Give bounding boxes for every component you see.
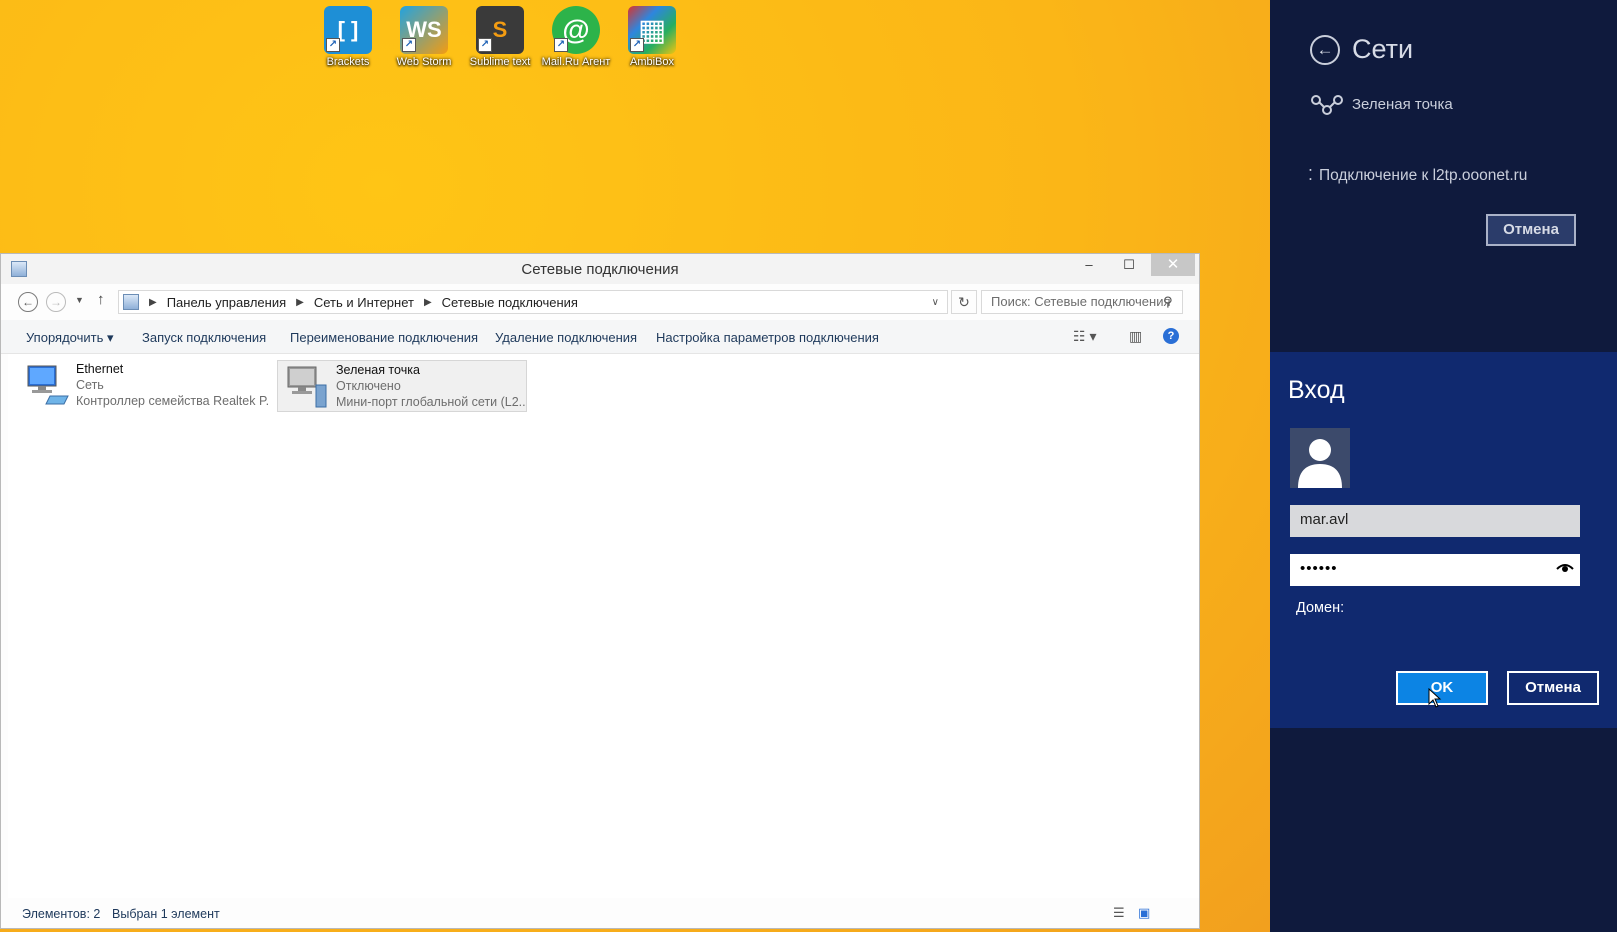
connections-list: Ethernet Сеть Контроллер семейства Realt… xyxy=(8,354,1199,898)
refresh-icon[interactable]: ↻ xyxy=(951,290,977,314)
recent-dropdown-icon[interactable]: ▼ xyxy=(75,295,84,305)
connection-device: Контроллер семейства Realtek P... xyxy=(76,394,268,408)
connection-settings-button[interactable]: Настройка параметров подключения xyxy=(656,330,879,345)
password-field[interactable]: •••••• xyxy=(1290,554,1580,586)
list-item-green-point[interactable]: Зеленая точка Отключено Мини-порт глобал… xyxy=(277,360,527,412)
desktop-icons: [ ] ↗ Brackets WS ↗ Web Storm S ↗ Sublime t… xyxy=(310,6,690,69)
connection-name: Ethernet xyxy=(76,362,124,376)
cancel-button[interactable]: Отмена xyxy=(1507,671,1599,705)
address-row: ← → ▼ ↑ ▶ Панель управления ▶ Сеть и Инт… xyxy=(1,284,1199,320)
help-icon[interactable]: ? xyxy=(1163,328,1179,344)
ambibox-icon: ▦ ↗ xyxy=(628,6,676,54)
title-bar[interactable]: Сетевые подключения – ☐ ✕ xyxy=(1,254,1199,284)
breadcrumb-separator-icon: ▶ xyxy=(149,296,157,308)
breadcrumb-network-internet[interactable]: Сеть и Интернет xyxy=(314,295,414,310)
item-count: Элементов: 2 xyxy=(22,907,101,921)
maximize-button[interactable]: ☐ xyxy=(1115,254,1143,276)
control-panel-icon xyxy=(123,294,139,310)
brackets-icon: [ ] ↗ xyxy=(324,6,372,54)
address-bar[interactable]: ▶ Панель управления ▶ Сеть и Интернет ▶ … xyxy=(118,290,948,314)
cancel-connect-button[interactable]: Отмена xyxy=(1486,214,1576,246)
user-avatar-icon xyxy=(1290,428,1350,488)
rename-connection-button[interactable]: Переименование подключения xyxy=(290,330,478,345)
view-options-icon[interactable]: ☷ ▾ xyxy=(1073,328,1096,345)
details-view-icon[interactable]: ☰ xyxy=(1113,905,1125,921)
breadcrumb-separator-icon: ▶ xyxy=(296,296,304,308)
webstorm-icon: WS ↗ xyxy=(400,6,448,54)
vpn-adapter-icon xyxy=(284,363,330,409)
network-name: Зеленая точка xyxy=(1352,95,1453,113)
command-bar: Упорядочить ▾ Запуск подключения Переиме… xyxy=(1,320,1199,354)
login-title: Вход xyxy=(1288,376,1345,404)
desktop-icon-webstorm[interactable]: WS ↗ Web Storm xyxy=(386,6,462,69)
username-field[interactable]: mar.avl xyxy=(1290,505,1580,537)
show-password-icon[interactable] xyxy=(1556,561,1574,575)
connection-status: Отключено xyxy=(336,379,401,393)
mouse-cursor-icon xyxy=(1428,688,1442,708)
network-connections-window: Сетевые подключения – ☐ ✕ ← → ▼ ↑ ▶ Пане… xyxy=(0,253,1200,929)
connection-status: Сеть xyxy=(76,378,104,392)
breadcrumb-network-connections[interactable]: Сетевые подключения xyxy=(442,295,578,310)
desktop-icon-sublime[interactable]: S ↗ Sublime text xyxy=(462,6,538,69)
network-entry[interactable]: Зеленая точка xyxy=(1310,92,1453,116)
back-arrow-icon[interactable]: ← xyxy=(18,292,38,312)
network-adapter-icon xyxy=(24,362,70,408)
desktop: [ ] ↗ Brackets WS ↗ Web Storm S ↗ Sublime t… xyxy=(0,0,1270,932)
search-input[interactable]: Поиск: Сетевые подключения xyxy=(981,290,1183,314)
delete-connection-button[interactable]: Удаление подключения xyxy=(495,330,637,345)
connection-device: Мини-порт глобальной сети (L2... xyxy=(336,395,526,409)
login-dialog: Вход mar.avl •••••• Домен: OK Отмена xyxy=(1270,352,1617,728)
up-arrow-icon[interactable]: ↑ xyxy=(97,291,105,308)
desktop-icon-ambibox[interactable]: ▦ ↗ AmbiBox xyxy=(614,6,690,69)
desktop-icon-mailru[interactable]: @ ↗ Mail.Ru Агент xyxy=(538,6,614,69)
connection-name: Зеленая точка xyxy=(336,363,420,377)
ok-button[interactable]: OK xyxy=(1396,671,1488,705)
breadcrumb-control-panel[interactable]: Панель управления xyxy=(167,295,286,310)
vpn-network-icon xyxy=(1311,95,1343,115)
preview-pane-icon[interactable]: ▥ xyxy=(1129,328,1142,345)
domain-label: Домен: xyxy=(1296,600,1345,616)
start-connection-button[interactable]: Запуск подключения xyxy=(142,330,266,345)
organize-button[interactable]: Упорядочить ▾ xyxy=(26,330,114,346)
large-icons-view-icon[interactable]: ▣ xyxy=(1138,905,1150,921)
minimize-button[interactable]: – xyxy=(1075,254,1103,276)
list-item-ethernet[interactable]: Ethernet Сеть Контроллер семейства Realt… xyxy=(18,360,268,412)
address-dropdown-icon[interactable]: ∨ xyxy=(932,297,939,308)
selected-count: Выбран 1 элемент xyxy=(112,907,220,921)
status-bar: Элементов: 2 Выбран 1 элемент ☰ ▣ xyxy=(8,898,1199,928)
close-button[interactable]: ✕ xyxy=(1151,254,1195,276)
mailru-agent-icon: @ ↗ xyxy=(552,6,600,54)
charm-title: Сети xyxy=(1352,34,1414,64)
sublime-icon: S ↗ xyxy=(476,6,524,54)
breadcrumb-separator-icon: ▶ xyxy=(423,296,432,308)
desktop-icon-brackets[interactable]: [ ] ↗ Brackets xyxy=(310,6,386,69)
window-title: Сетевые подключения xyxy=(521,261,679,278)
connecting-status: ⁚ Подключение к l2tp.ooonet.ru xyxy=(1308,167,1528,184)
back-arrow-icon[interactable]: ← xyxy=(1310,34,1340,65)
forward-arrow-icon[interactable]: → xyxy=(46,292,66,312)
spinner-icon: ⁚ xyxy=(1308,167,1313,184)
search-icon[interactable]: ⚲ xyxy=(1163,294,1173,310)
